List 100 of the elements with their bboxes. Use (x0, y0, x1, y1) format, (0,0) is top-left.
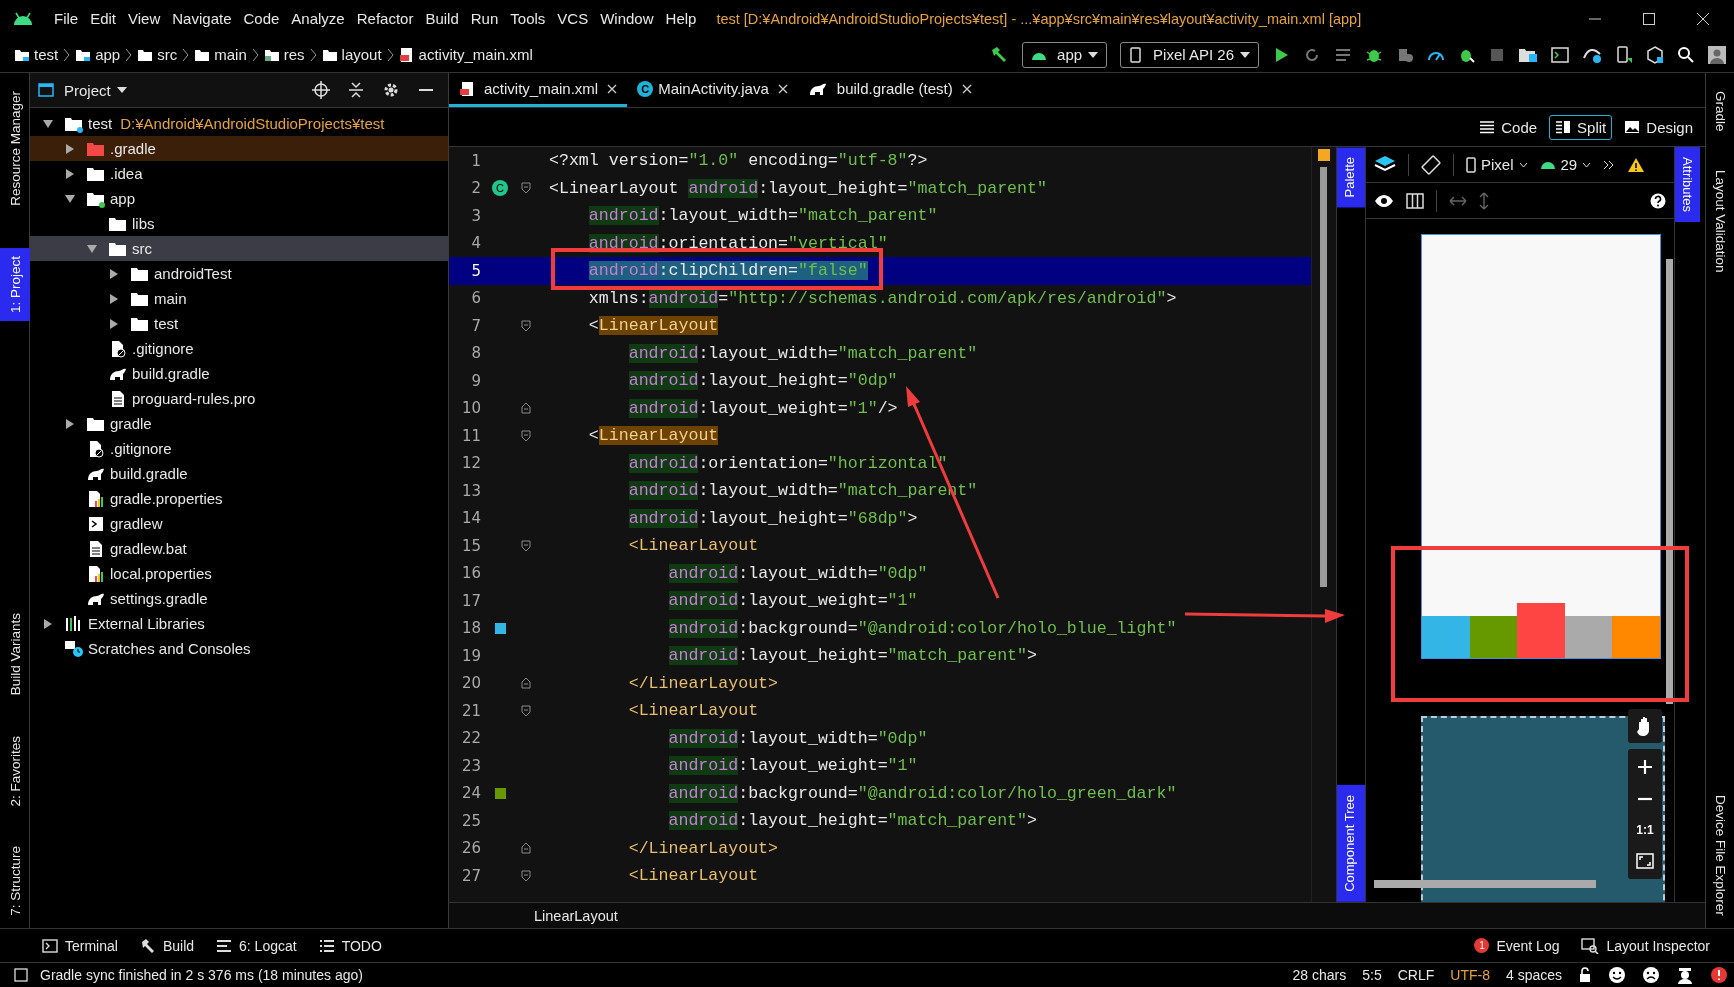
expand-arrow-icon[interactable] (108, 292, 120, 305)
tree-item[interactable]: .idea (30, 161, 448, 186)
breadcrumb-item[interactable]: activity_main.xml (398, 46, 533, 63)
fold-icon[interactable] (520, 842, 531, 855)
tree-item[interactable]: main (30, 286, 448, 311)
color-swatch[interactable] (494, 787, 506, 799)
element-breadcrumb[interactable]: LinearLayout (534, 907, 618, 924)
tool-window-button[interactable]: 6: Logcat (216, 937, 297, 954)
view-mode-button[interactable]: Code (1473, 114, 1544, 140)
breadcrumb-item[interactable]: src (137, 46, 178, 63)
tree-item[interactable]: src (30, 236, 448, 261)
fold-icon[interactable] (520, 869, 531, 882)
menu-item[interactable]: Analyze (285, 10, 351, 27)
zoom-in-icon[interactable] (1637, 759, 1653, 775)
tree-item[interactable]: local.properties (30, 561, 448, 586)
status-item[interactable]: 5:5 (1362, 967, 1382, 983)
device-dropdown[interactable]: Pixel API 26 (1120, 41, 1259, 68)
tree-item[interactable]: .gitignore (30, 436, 448, 461)
lock-icon[interactable] (1578, 967, 1592, 983)
tree-item[interactable]: .gitignore (30, 336, 448, 361)
status-item[interactable]: 4 spaces (1505, 967, 1562, 983)
class-marker[interactable]: C (492, 180, 508, 197)
stop-icon[interactable] (1489, 46, 1505, 63)
breadcrumb-item[interactable]: res (263, 46, 305, 63)
tree-item[interactable]: .gradle (30, 136, 448, 161)
sad-face-icon[interactable] (1642, 966, 1660, 984)
breadcrumb-item[interactable]: layout (321, 46, 382, 63)
editor-tab[interactable]: activity_main.xml (449, 73, 628, 107)
tree-item[interactable]: External Libraries (30, 611, 448, 636)
tool-window-tab[interactable]: 7: Structure (0, 838, 30, 924)
palette-tab[interactable]: Palette (1337, 147, 1365, 208)
menu-item[interactable]: Build (419, 10, 465, 27)
view-mode-button[interactable]: Design (1618, 114, 1699, 140)
view-mode-button[interactable]: Split (1549, 114, 1613, 140)
tree-item[interactable]: settings.gradle (30, 586, 448, 611)
tree-item[interactable]: app (30, 186, 448, 211)
fold-icon[interactable] (520, 677, 531, 690)
menu-item[interactable]: View (122, 10, 167, 27)
smiley-icon[interactable] (1608, 966, 1626, 984)
scrollbar[interactable] (1666, 259, 1673, 704)
expand-arrow-icon[interactable] (64, 417, 76, 430)
run-config-dropdown[interactable]: app (1022, 41, 1108, 68)
device-dropdown[interactable]: Pixel (1466, 156, 1528, 173)
menu-item[interactable]: Help (659, 10, 703, 27)
close-icon[interactable] (961, 83, 972, 94)
tool-window-tab[interactable]: Build Variants (0, 605, 30, 704)
device-manager-icon[interactable] (1615, 45, 1633, 64)
avatar-icon[interactable] (1708, 45, 1726, 64)
menu-item[interactable]: Navigate (166, 10, 238, 27)
help-icon[interactable] (1650, 192, 1666, 209)
tree-item[interactable]: test (30, 311, 448, 336)
menu-item[interactable]: Refactor (350, 10, 420, 27)
fold-icon[interactable] (520, 319, 531, 332)
fold-icon[interactable] (520, 539, 531, 552)
tool-window-tab[interactable]: 1: Project (0, 247, 30, 321)
tree-item[interactable]: gradle.properties (30, 486, 448, 511)
expand-arrow-icon[interactable] (64, 192, 76, 205)
tree-item[interactable]: gradlew.bat (30, 536, 448, 561)
vertical-resize-icon[interactable] (1479, 191, 1489, 210)
tree-item[interactable]: gradle (30, 411, 448, 436)
editor-tab[interactable]: build.gradle (test) (797, 73, 982, 107)
tool-window-tab[interactable]: Layout Validation (1705, 161, 1734, 281)
search-icon[interactable] (1677, 45, 1695, 64)
tree-item[interactable]: libs (30, 211, 448, 236)
tree-item[interactable]: proguard-rules.pro (30, 386, 448, 411)
menu-item[interactable]: Edit (84, 10, 123, 27)
expand-arrow-icon[interactable] (64, 167, 76, 180)
locate-icon[interactable] (312, 81, 330, 99)
maximize-icon[interactable] (1642, 11, 1656, 26)
fit-screen-icon[interactable] (1636, 853, 1654, 869)
actual-size-button[interactable]: 1:1 (1636, 823, 1654, 837)
status-item[interactable]: 28 chars (1292, 967, 1347, 983)
expand-arrow-icon[interactable] (108, 317, 120, 330)
layout-preview[interactable] (1421, 234, 1661, 659)
tool-window-tab[interactable]: Resource Manager (0, 83, 30, 236)
menu-item[interactable]: VCS (551, 10, 595, 27)
tool-window-button[interactable]: Build (139, 937, 195, 954)
component-tree-tab[interactable]: Component Tree (1337, 785, 1365, 902)
menu-item[interactable]: Run (464, 10, 505, 27)
tool-window-tab[interactable]: 2: Favorites (0, 727, 30, 815)
tree-item[interactable]: androidTest (30, 261, 448, 286)
menu-item[interactable]: Tools (504, 10, 552, 27)
tool-window-tab[interactable]: Gradle (1705, 83, 1734, 140)
sdk-manager-icon[interactable] (1646, 45, 1664, 64)
expand-arrow-icon[interactable] (42, 617, 54, 630)
more-chevron-icon[interactable] (1603, 159, 1616, 170)
breadcrumb-item[interactable]: main (194, 46, 247, 63)
tree-item[interactable]: test D:¥Android¥AndroidStudioProjects¥test (30, 111, 448, 136)
tree-item[interactable]: gradlew (30, 511, 448, 536)
tool-window-button[interactable]: Terminal (42, 937, 118, 954)
project-view-dropdown[interactable]: Project (38, 81, 127, 99)
warning-icon[interactable] (1627, 156, 1646, 173)
close-icon[interactable] (1696, 11, 1710, 26)
status-item[interactable]: UTF-8 (1450, 967, 1490, 983)
editor-tab[interactable]: C MainActivity.java (627, 73, 798, 107)
tool-window-button[interactable]: TODO (318, 937, 382, 954)
fold-icon[interactable] (520, 704, 531, 717)
fold-icon[interactable] (520, 429, 531, 442)
breadcrumb-item[interactable]: app (75, 46, 121, 63)
terminal-icon[interactable] (1551, 45, 1569, 64)
